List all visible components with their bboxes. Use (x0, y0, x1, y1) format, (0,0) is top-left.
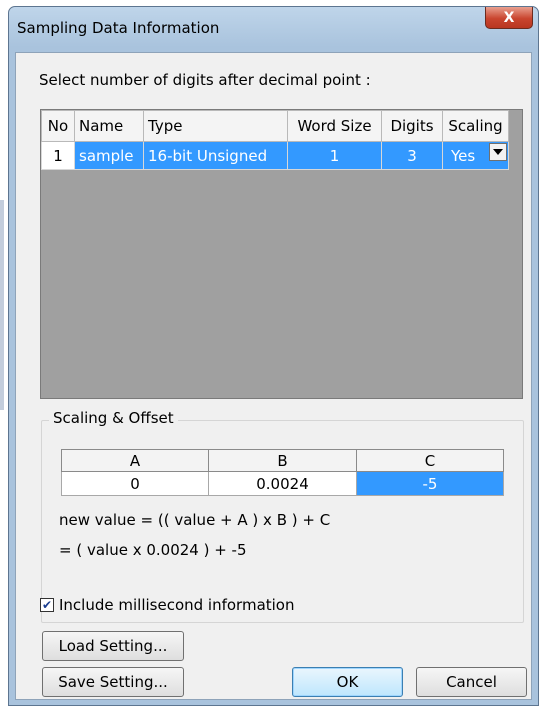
col-header-name[interactable]: Name (74, 110, 144, 142)
include-ms-label[interactable]: Include millisecond information (59, 596, 295, 614)
cancel-button[interactable]: Cancel (416, 667, 527, 697)
col-header-digits[interactable]: Digits (381, 110, 443, 142)
col-header-type[interactable]: Type (143, 110, 288, 142)
background-edge (0, 200, 4, 410)
scaling-dropdown-button[interactable] (489, 143, 507, 161)
load-setting-button[interactable]: Load Setting... (42, 631, 184, 661)
c-value-field[interactable]: -5 (356, 471, 504, 496)
abc-value-row: 0 0.0024 -5 (61, 471, 504, 496)
data-grid-table: No Name Type Word Size Digits Scaling 1 … (41, 110, 509, 170)
abc-header-a: A (61, 449, 209, 472)
close-button[interactable]: X (485, 7, 533, 29)
cell-word-size[interactable]: 1 (287, 141, 382, 170)
cell-digits[interactable]: 3 (381, 141, 443, 170)
grid-header-row: No Name Type Word Size Digits Scaling (41, 110, 509, 142)
chevron-down-icon (493, 149, 503, 155)
col-header-word-size[interactable]: Word Size (287, 110, 382, 142)
close-icon: X (503, 9, 515, 26)
window-title: Sampling Data Information (17, 19, 220, 37)
cell-no[interactable]: 1 (41, 141, 75, 170)
abc-header-row: A B C (61, 449, 504, 472)
data-grid: No Name Type Word Size Digits Scaling 1 … (40, 109, 523, 399)
ok-label: OK (336, 673, 359, 691)
save-setting-label: Save Setting... (58, 673, 168, 691)
dialog-client-area: Select number of digits after decimal po… (15, 52, 532, 700)
include-ms-option[interactable]: ✔ Include millisecond information (40, 596, 295, 614)
dialog-window: Sampling Data Information X Select numbe… (8, 6, 539, 706)
cell-scaling-dropdown[interactable]: Yes (442, 141, 509, 170)
b-value-field[interactable]: 0.0024 (208, 471, 357, 496)
a-value-field[interactable]: 0 (61, 471, 209, 496)
abc-header-c: C (356, 449, 504, 472)
include-ms-checkbox[interactable]: ✔ (40, 598, 54, 612)
table-row[interactable]: 1 sample 16-bit Unsigned 1 3 Yes (41, 141, 509, 170)
ok-button[interactable]: OK (292, 667, 403, 697)
load-setting-label: Load Setting... (58, 637, 168, 655)
abc-header-b: B (208, 449, 357, 472)
col-header-scaling[interactable]: Scaling (442, 110, 509, 142)
checkmark-icon: ✔ (41, 598, 53, 612)
cancel-label: Cancel (446, 673, 497, 691)
col-header-no[interactable]: No (41, 110, 75, 142)
digits-prompt-label: Select number of digits after decimal po… (39, 71, 371, 89)
cell-name[interactable]: sample (74, 141, 144, 170)
group-title: Scaling & Offset (49, 409, 178, 427)
formula-line-2: = ( value x 0.0024 ) + -5 (59, 541, 247, 559)
cell-type[interactable]: 16-bit Unsigned (143, 141, 288, 170)
abc-table: A B C 0 0.0024 -5 (61, 449, 504, 496)
formula-line-1: new value = (( value + A ) x B ) + C (59, 511, 331, 529)
title-bar[interactable]: Sampling Data Information X (9, 7, 538, 53)
save-setting-button[interactable]: Save Setting... (42, 667, 184, 697)
scaling-value: Yes (451, 147, 476, 165)
scaling-offset-group: Scaling & Offset A B C 0 0.0024 -5 new v… (41, 409, 524, 623)
